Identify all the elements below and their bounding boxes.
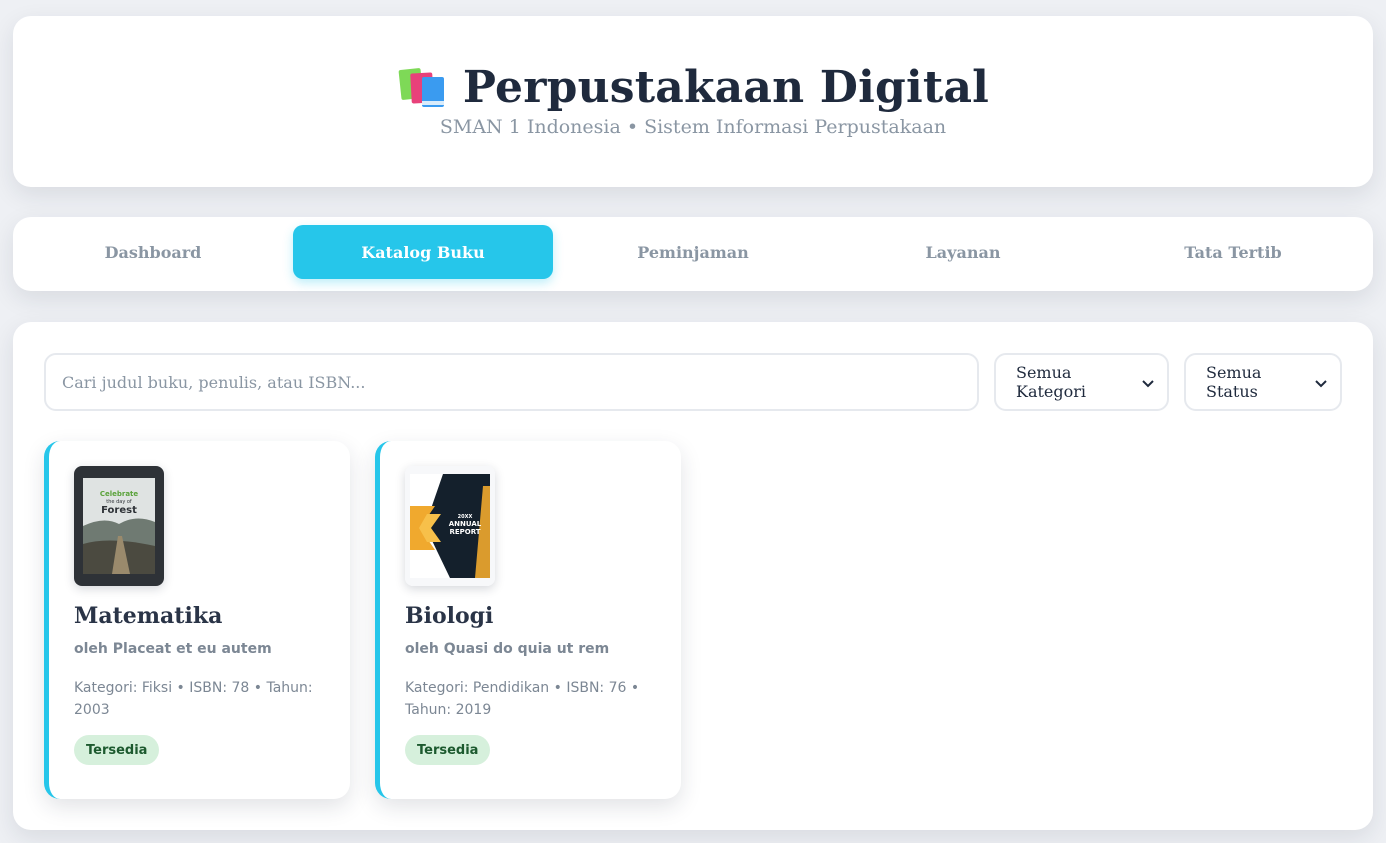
- app-title: Perpustakaan Digital: [462, 62, 990, 113]
- app-subtitle: SMAN 1 Indonesia • Sistem Informasi Perp…: [439, 116, 947, 138]
- category-select-value: Semua Kategori: [1016, 363, 1087, 401]
- cover-text-line1: Celebrate: [100, 490, 139, 498]
- book-cover-image: 20XX ANNUAL REPORT: [405, 466, 495, 586]
- book-card[interactable]: Celebrate the day of Forest Matematika o…: [44, 441, 350, 799]
- search-input[interactable]: [44, 353, 979, 411]
- tab-tata-tertib[interactable]: Tata Tertib: [1103, 225, 1363, 279]
- book-meta: Kategori: Fiksi • ISBN: 78 • Tahun: 2003: [74, 680, 313, 718]
- book-cover-image: Celebrate the day of Forest: [74, 466, 164, 586]
- tab-katalog-buku[interactable]: Katalog Buku: [293, 225, 553, 279]
- cover-text-line2: ANNUAL: [449, 520, 482, 528]
- chevron-down-icon: [1314, 375, 1328, 389]
- book-title: Biologi: [405, 603, 494, 629]
- book-meta: Kategori: Pendidikan • ISBN: 76 • Tahun:…: [405, 680, 640, 718]
- title-row: Perpustakaan Digital: [13, 62, 1373, 113]
- book-title: Matematika: [74, 603, 223, 629]
- book-card[interactable]: 20XX ANNUAL REPORT Biologi oleh Quasi do…: [375, 441, 681, 799]
- book-author: oleh Quasi do quia ut rem: [405, 641, 610, 657]
- cover-text-line3: REPORT: [449, 528, 480, 536]
- tab-dashboard[interactable]: Dashboard: [23, 225, 283, 279]
- status-badge: Tersedia: [74, 735, 160, 765]
- chevron-down-icon: [1141, 375, 1155, 389]
- tab-peminjaman[interactable]: Peminjaman: [563, 225, 823, 279]
- book-author: oleh Placeat et eu autem: [74, 641, 272, 657]
- category-select[interactable]: Semua Kategori: [994, 353, 1169, 411]
- catalog-panel: Semua Kategori Semua Status Celebrate th…: [13, 322, 1373, 830]
- tab-layanan[interactable]: Layanan: [833, 225, 1093, 279]
- books-icon: [397, 65, 447, 111]
- nav-bar: Dashboard Katalog Buku Peminjaman Layana…: [13, 217, 1373, 291]
- cover-text-line3: Forest: [101, 505, 137, 516]
- status-select[interactable]: Semua Status: [1184, 353, 1342, 411]
- status-select-value: Semua Status: [1206, 363, 1262, 401]
- header-panel: Perpustakaan Digital SMAN 1 Indonesia • …: [13, 16, 1373, 187]
- status-badge: Tersedia: [405, 735, 491, 765]
